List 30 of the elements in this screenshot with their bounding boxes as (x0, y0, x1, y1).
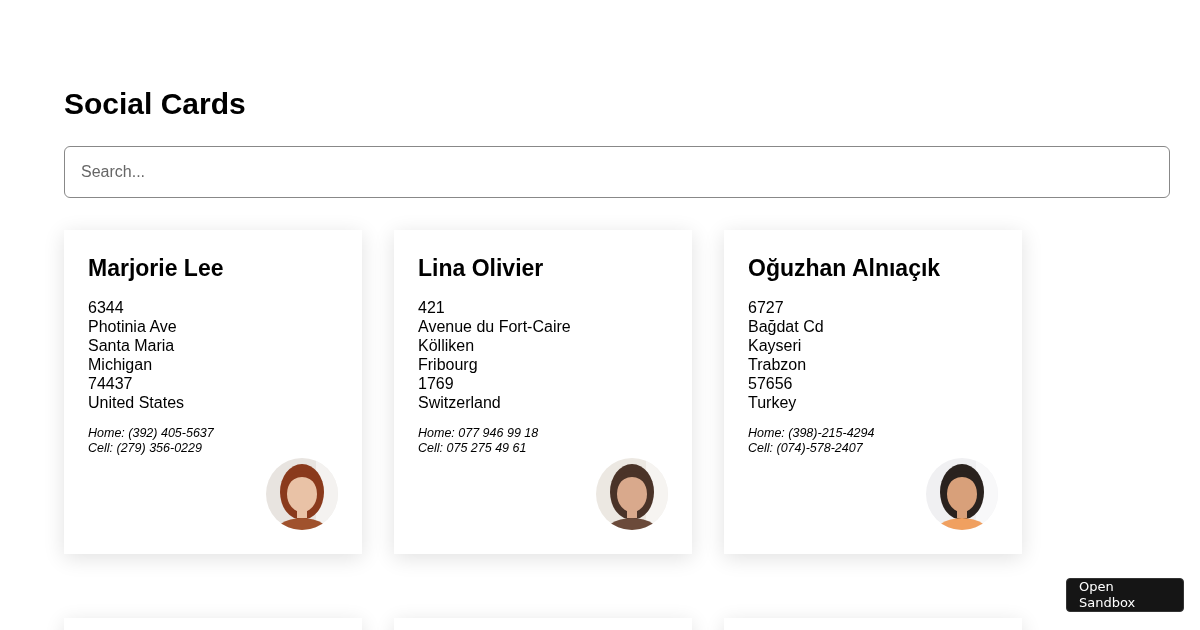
search-field[interactable]: Search... (64, 146, 1170, 198)
address-line: Avenue du Fort-Caire (418, 317, 572, 336)
address-line: 421 (418, 298, 446, 317)
address-line: 74437 (88, 374, 134, 393)
address-line: Kölliken (418, 336, 476, 355)
address-line: Switzerland (418, 393, 502, 412)
address-line: 1769 (418, 374, 455, 393)
address-line: Kayseri (748, 336, 803, 355)
contact-name: Marjorie Lee (88, 254, 225, 282)
address-line: 57656 (748, 374, 794, 393)
phone-number: Home: 077 946 99 18 (418, 426, 540, 441)
address-line: Photinia Ave (88, 317, 178, 336)
contact-name: Oğuzhan Alnıaçık (748, 254, 942, 282)
address-line: United States (88, 393, 186, 412)
address-line: Fribourg (418, 355, 479, 374)
contact-name: Lina Olivier (418, 254, 545, 282)
page-title: Social Cards (64, 86, 247, 122)
address-line: Trabzon (748, 355, 808, 374)
phone-number: Cell: (279) 356-0229 (88, 441, 203, 456)
phone-number: Home: (392) 405-5637 (88, 426, 215, 441)
phone-number: Cell: 075 275 49 61 (418, 441, 528, 456)
address-line: Bağdat Cd (748, 317, 825, 336)
phone-number: Cell: (074)-578-2407 (748, 441, 864, 456)
open-sandbox-button[interactable]: Open Sandbox (1066, 578, 1184, 612)
phone-number: Home: (398)-215-4294 (748, 426, 876, 441)
address-line: 6344 (88, 298, 125, 317)
address-line: Santa Maria (88, 336, 176, 355)
address-line: 6727 (748, 298, 785, 317)
address-line: Michigan (88, 355, 154, 374)
address-line: Turkey (748, 393, 798, 412)
